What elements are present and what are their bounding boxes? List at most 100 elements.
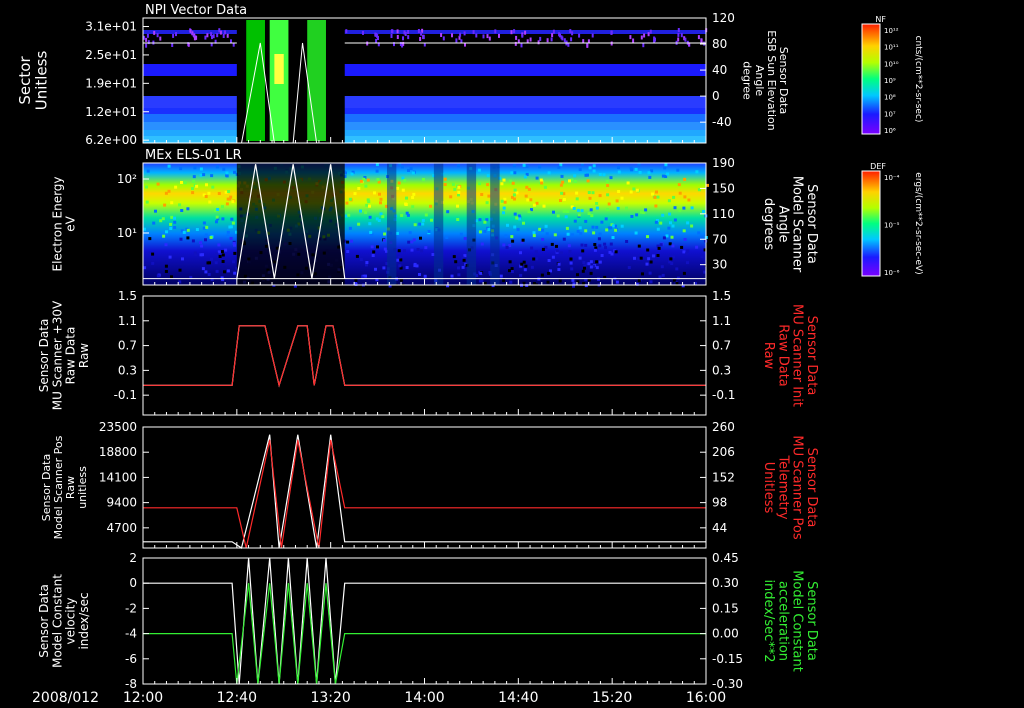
spectrogram-cell	[639, 256, 643, 260]
heatmap-speck	[404, 32, 407, 36]
y-tick-label: 10¹	[117, 226, 137, 240]
heatmap-speck	[146, 33, 149, 38]
series-line-0	[143, 557, 706, 685]
spectrogram-cell	[562, 237, 566, 241]
heatmap-band	[143, 82, 706, 96]
heatmap-speck	[455, 38, 458, 43]
y-axis-label-line: unitless	[76, 466, 89, 509]
heatmap-speck	[524, 30, 527, 35]
spectrogram-cell	[483, 220, 487, 224]
y2-tick-label: -40	[712, 115, 732, 129]
spectrogram-cell	[648, 271, 652, 275]
spectrogram-cell	[354, 279, 358, 282]
spectrogram-cell	[485, 201, 489, 205]
spectrogram-cell	[398, 264, 402, 268]
spectrogram-cell	[454, 260, 458, 264]
spectrogram-cell	[461, 265, 465, 269]
spectrogram-cell	[530, 265, 534, 269]
x-tick-label: 12:00	[123, 690, 163, 706]
heatmap-speck	[494, 29, 497, 34]
spectrogram-cell	[368, 215, 372, 219]
y-tick-label: 1.1	[118, 314, 137, 328]
heatmap-speck	[677, 28, 680, 32]
spectrogram-cell	[231, 200, 235, 204]
y-tick-label: -0.1	[114, 388, 137, 402]
spectrogram-cell	[519, 251, 522, 255]
spectrogram-cell	[503, 200, 507, 204]
spectrogram-cell	[600, 220, 604, 224]
spectrogram-cell	[462, 258, 466, 262]
panel-2-axes: 1.5 1.1 0.7 0.3 -0.1 1.5 1.1 0.7 0.3 -0.1 Sensor D…	[37, 289, 819, 416]
y-tick-label: 23500	[99, 420, 137, 434]
spectrogram-cell	[215, 215, 219, 219]
spectrogram-cell	[661, 174, 665, 178]
spectrogram-cell	[668, 242, 672, 246]
spectrogram-cell	[407, 168, 410, 172]
spectrogram-cell	[373, 191, 376, 195]
spectrogram-cell	[590, 214, 594, 218]
heatmap-speck	[513, 29, 516, 34]
y2-axis-label-line: Model Constant	[790, 570, 805, 672]
heatmap-speck	[407, 35, 410, 40]
heatmap-speck	[459, 32, 462, 37]
spectrogram-cell	[572, 207, 576, 210]
spectrogram-cell	[357, 187, 361, 190]
spectrogram-cell	[457, 273, 461, 277]
spectrogram-cell	[199, 241, 203, 245]
y2-tick-label: 206	[712, 445, 735, 459]
heatmap-band	[143, 108, 706, 114]
spectrogram-cell	[634, 167, 638, 171]
spectrogram-cell	[656, 195, 660, 199]
spectrogram-cell	[401, 176, 405, 180]
spectrogram-cell	[167, 164, 171, 168]
y-tick-label: 14100	[99, 470, 137, 484]
heatmap-speck	[515, 35, 518, 40]
heatmap-speck	[226, 33, 229, 38]
y-tick-label: 2.5e+01	[85, 48, 137, 62]
spectrogram-cell	[653, 195, 657, 199]
spectrogram-cell	[617, 170, 621, 174]
spectrogram-cell	[672, 255, 675, 259]
spectrogram-cell	[576, 208, 580, 212]
spectrogram-cell	[443, 183, 447, 186]
spectrogram-cell	[405, 211, 409, 215]
spectrogram-cell	[580, 209, 584, 213]
spectrogram-cell	[637, 279, 641, 283]
spectrogram-cell	[598, 232, 602, 236]
spectrogram-cell	[483, 230, 487, 233]
y-axis-label-line: Raw Data	[64, 327, 78, 385]
heatmap-burst	[246, 20, 265, 141]
heatmap-speck	[153, 30, 156, 35]
y2-tick-label: 120	[712, 11, 735, 25]
spectrogram-cell	[683, 177, 687, 181]
spectrogram-cell	[517, 214, 521, 218]
spectrogram-cell	[348, 197, 352, 201]
spectrogram-cell	[655, 190, 658, 194]
spectrogram-cell	[405, 196, 408, 200]
heatmap-speck	[407, 30, 410, 34]
spectrogram-cell	[486, 183, 490, 187]
spectrogram-cell	[667, 199, 671, 203]
spectrogram-cell	[519, 273, 523, 277]
x-tick-label: 16:00	[686, 690, 726, 706]
spectrogram-cell	[374, 267, 377, 271]
y-tick-label: -6	[125, 652, 137, 666]
spectrogram-cell	[555, 244, 558, 248]
y-axis-label-line: Sensor Data	[37, 584, 51, 658]
heatmap-speck	[520, 43, 523, 48]
heatmap-speck	[586, 43, 589, 48]
heatmap-speck	[420, 31, 423, 36]
spectrogram-cell	[593, 248, 597, 252]
spectrogram-cell	[378, 192, 381, 196]
heatmap-speck	[677, 32, 680, 37]
spectrogram-cell	[700, 255, 704, 259]
spectrogram-cell	[502, 279, 506, 282]
spectrogram-cell	[609, 176, 613, 180]
heatmap-speck	[442, 36, 445, 41]
spectrogram-cell	[632, 187, 636, 191]
spectrogram-cell	[403, 179, 407, 183]
colorbar-tick-label: 10¹⁰	[884, 60, 899, 68]
spectrogram-cell	[592, 169, 596, 173]
panel-frame	[142, 295, 707, 416]
spectrogram-cell	[191, 239, 195, 243]
